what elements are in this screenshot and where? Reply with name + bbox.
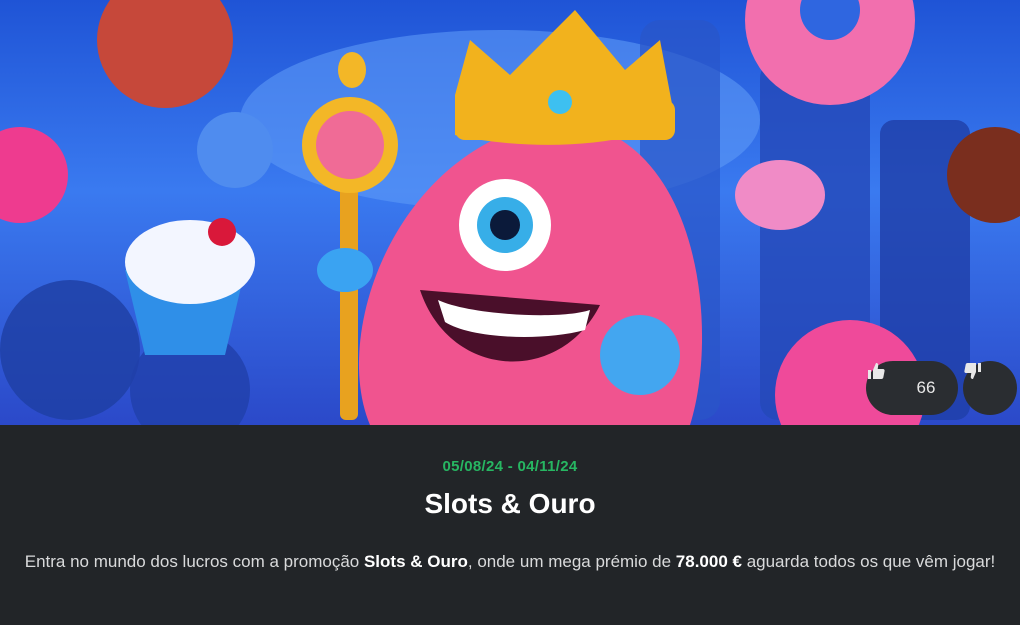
promotion-card[interactable]: 66 05/08/24 - 04/11/24 Slots & Ouro Entr… bbox=[0, 0, 1020, 625]
desc-text-1: Entra no mundo dos lucros com a promoção bbox=[24, 552, 364, 571]
like-count: 66 bbox=[916, 378, 936, 397]
thumbs-down-icon bbox=[964, 363, 1000, 398]
promo-dates: 05/08/24 - 04/11/24 bbox=[442, 458, 578, 475]
desc-text-3: aguarda todos os que vêm jogar! bbox=[741, 552, 996, 571]
dislike-button[interactable] bbox=[963, 361, 1017, 415]
desc-bold-promo-name: Slots & Ouro bbox=[363, 552, 468, 571]
promo-description: Entra no mundo dos lucros com a promoção… bbox=[20, 547, 1000, 576]
thumbs-up-icon bbox=[868, 363, 909, 398]
promo-title: Slots & Ouro bbox=[424, 488, 596, 519]
promo-info: 05/08/24 - 04/11/24 Slots & Ouro Entra n… bbox=[0, 425, 1020, 625]
desc-text-2: , onde um mega prémio de bbox=[467, 552, 676, 571]
like-button[interactable]: 66 bbox=[866, 361, 958, 415]
desc-bold-prize: 78.000 € bbox=[675, 552, 742, 571]
promo-banner-image: 66 bbox=[0, 0, 1020, 425]
